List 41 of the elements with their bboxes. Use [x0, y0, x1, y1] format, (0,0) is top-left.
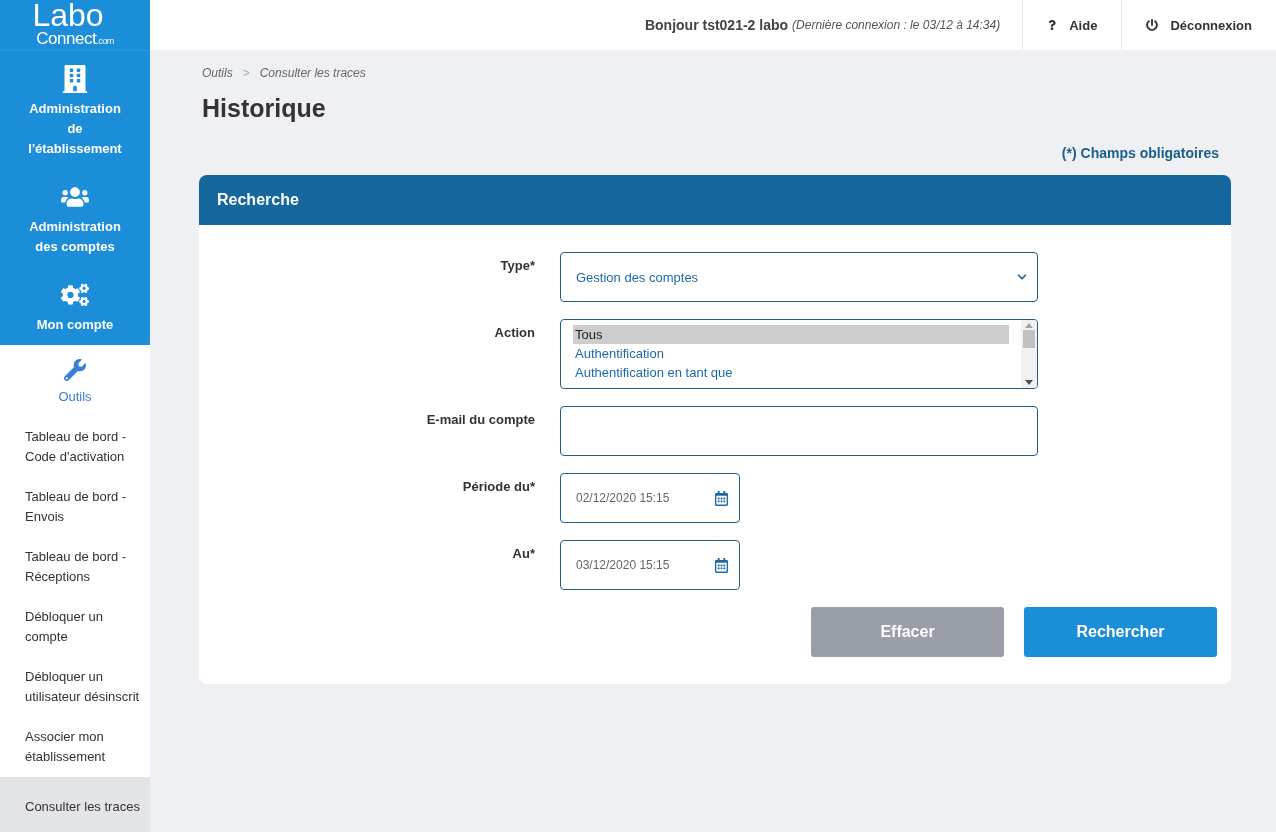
building-icon: [61, 65, 89, 93]
breadcrumb-link[interactable]: Consulter les traces: [259, 66, 366, 80]
calendar-icon: [714, 557, 729, 573]
sidebar-nav-item[interactable]: Administration des comptes: [0, 169, 150, 267]
panel-header: Recherche: [199, 175, 1231, 225]
field-label: Action: [494, 324, 535, 342]
last-login: (Dernière connexion : le 03/12 à 14:34): [792, 18, 1001, 32]
breadcrumb-link[interactable]: Outils: [202, 66, 233, 80]
field-label: E-mail du compte: [426, 411, 535, 429]
field-label: Type*: [500, 257, 535, 275]
calendar-icon: [714, 490, 729, 506]
scroll-up-icon[interactable]: [1025, 323, 1033, 328]
logo: Labo Connect.com: [0, 0, 150, 51]
help-link[interactable]: Aide: [1022, 0, 1122, 50]
submenu-item[interactable]: Consulter les traces: [0, 777, 150, 832]
type-select[interactable]: Gestion des comptes: [560, 252, 1038, 302]
greeting: Bonjour tst021-2 labo: [644, 17, 789, 33]
sidebar-nav-item[interactable]: Mon compte: [0, 267, 150, 345]
list-option[interactable]: Authentification: [573, 344, 1009, 363]
action-listbox[interactable]: Tous Authentification Authentification en tant que: [560, 319, 1038, 389]
email-field[interactable]: [560, 406, 1038, 456]
gears-icon: [61, 281, 89, 309]
logout-link[interactable]: Déconnexion: [1121, 0, 1276, 50]
power-icon: [1146, 19, 1159, 31]
page-title: Historique: [202, 94, 327, 123]
wrench-icon: [64, 359, 86, 381]
list-option[interactable]: Authentification en tant que: [573, 363, 1009, 382]
field-label: Période du*: [462, 478, 535, 496]
date-field[interactable]: 03/12/2020 15:15: [560, 540, 740, 590]
field-label: Au*: [512, 545, 535, 563]
scrollbar[interactable]: [1021, 320, 1037, 388]
scroll-down-icon[interactable]: [1025, 380, 1033, 385]
list-option[interactable]: Tous: [573, 325, 1009, 344]
help-icon: [1047, 20, 1058, 30]
sidebar-nav-item[interactable]: Administration de l'établissement: [0, 51, 150, 169]
search-button[interactable]: Rechercher: [1024, 607, 1217, 657]
chevron-down-icon: [1017, 272, 1027, 282]
required-note: (*) Champs obligatoires: [1061, 145, 1219, 161]
breadcrumb-separator: >: [242, 66, 250, 80]
scroll-thumb[interactable]: [1023, 330, 1035, 348]
date-field[interactable]: 02/12/2020 15:15: [560, 473, 740, 523]
